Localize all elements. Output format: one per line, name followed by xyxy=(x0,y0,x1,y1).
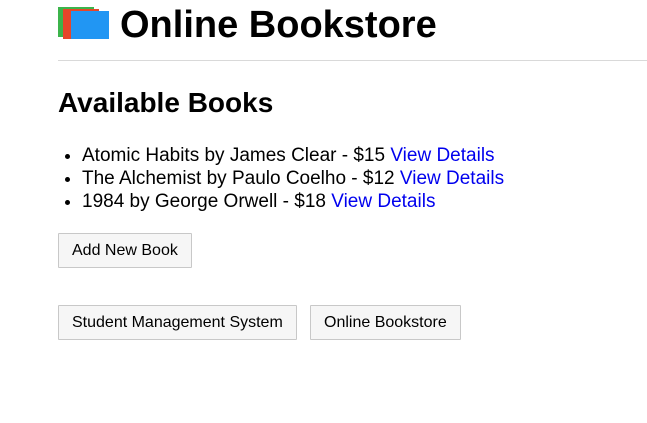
list-item: Atomic Habits by James Clear - $15 View … xyxy=(82,144,504,167)
online-bookstore-button[interactable]: Online Bookstore xyxy=(310,305,461,340)
header-divider xyxy=(58,60,647,61)
list-item: 1984 by George Orwell - $18 View Details xyxy=(82,190,504,213)
view-details-link[interactable]: View Details xyxy=(390,145,494,166)
logo-blue-square xyxy=(71,11,109,39)
view-details-link[interactable]: View Details xyxy=(400,168,504,189)
app-header: Online Bookstore xyxy=(58,4,437,46)
view-details-link[interactable]: View Details xyxy=(331,191,435,212)
add-new-book-button[interactable]: Add New Book xyxy=(58,233,192,268)
books-logo-icon xyxy=(58,5,110,45)
student-management-system-button[interactable]: Student Management System xyxy=(58,305,297,340)
book-text: Atomic Habits by James Clear - $15 xyxy=(82,145,386,166)
section-title: Available Books xyxy=(58,87,274,118)
page: Online Bookstore Available Books Atomic … xyxy=(0,0,647,423)
book-text: 1984 by George Orwell - $18 xyxy=(82,191,326,212)
book-text: The Alchemist by Paulo Coelho - $12 xyxy=(82,168,395,189)
book-list: Atomic Habits by James Clear - $15 View … xyxy=(58,144,504,213)
list-item: The Alchemist by Paulo Coelho - $12 View… xyxy=(82,167,504,190)
app-title: Online Bookstore xyxy=(120,4,437,46)
